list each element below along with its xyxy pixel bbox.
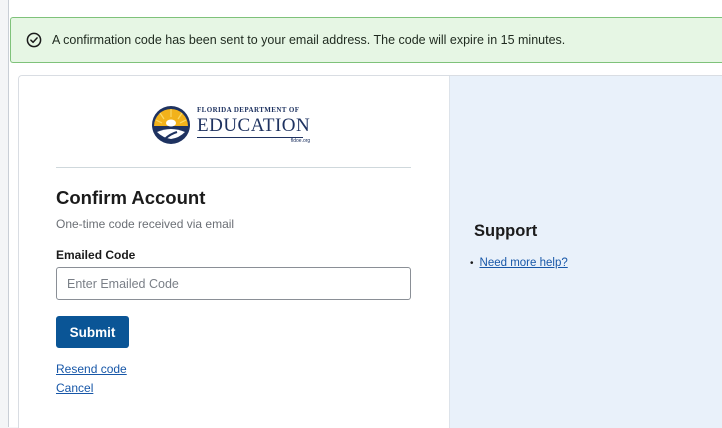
logo-rule [197, 136, 303, 138]
list-item: • Need more help? [470, 257, 568, 269]
need-more-help-link[interactable]: Need more help? [480, 257, 568, 269]
resend-code-link[interactable]: Resend code [56, 362, 127, 376]
logo-main-text: EDUCATION [197, 114, 311, 136]
sun-emblem-icon [152, 106, 190, 144]
bullet-icon: • [470, 257, 474, 269]
support-links: • Need more help? [470, 257, 568, 269]
fldoe-logo: FLORIDA DEPARTMENT OF EDUCATION fldoe.or… [151, 100, 321, 150]
cancel-link[interactable]: Cancel [56, 381, 93, 395]
account-card: FLORIDA DEPARTMENT OF EDUCATION fldoe.or… [18, 75, 722, 428]
page-subtitle: One-time code received via email [56, 217, 235, 231]
confirmation-alert: A confirmation code has been sent to you… [10, 17, 722, 63]
support-title: Support [474, 222, 538, 240]
form-panel: FLORIDA DEPARTMENT OF EDUCATION fldoe.or… [19, 76, 449, 428]
logo-top-text: FLORIDA DEPARTMENT OF [197, 105, 300, 114]
emailed-code-label: Emailed Code [56, 248, 136, 262]
support-panel: Support • Need more help? [449, 76, 722, 428]
alert-message: A confirmation code has been sent to you… [52, 33, 566, 47]
submit-button[interactable]: Submit [56, 316, 129, 348]
logo-divider [56, 167, 411, 168]
emailed-code-input[interactable] [56, 267, 411, 300]
page-title: Confirm Account [56, 187, 206, 208]
logo-url-text: fldoe.org [290, 137, 311, 144]
check-circle-icon [26, 32, 42, 48]
